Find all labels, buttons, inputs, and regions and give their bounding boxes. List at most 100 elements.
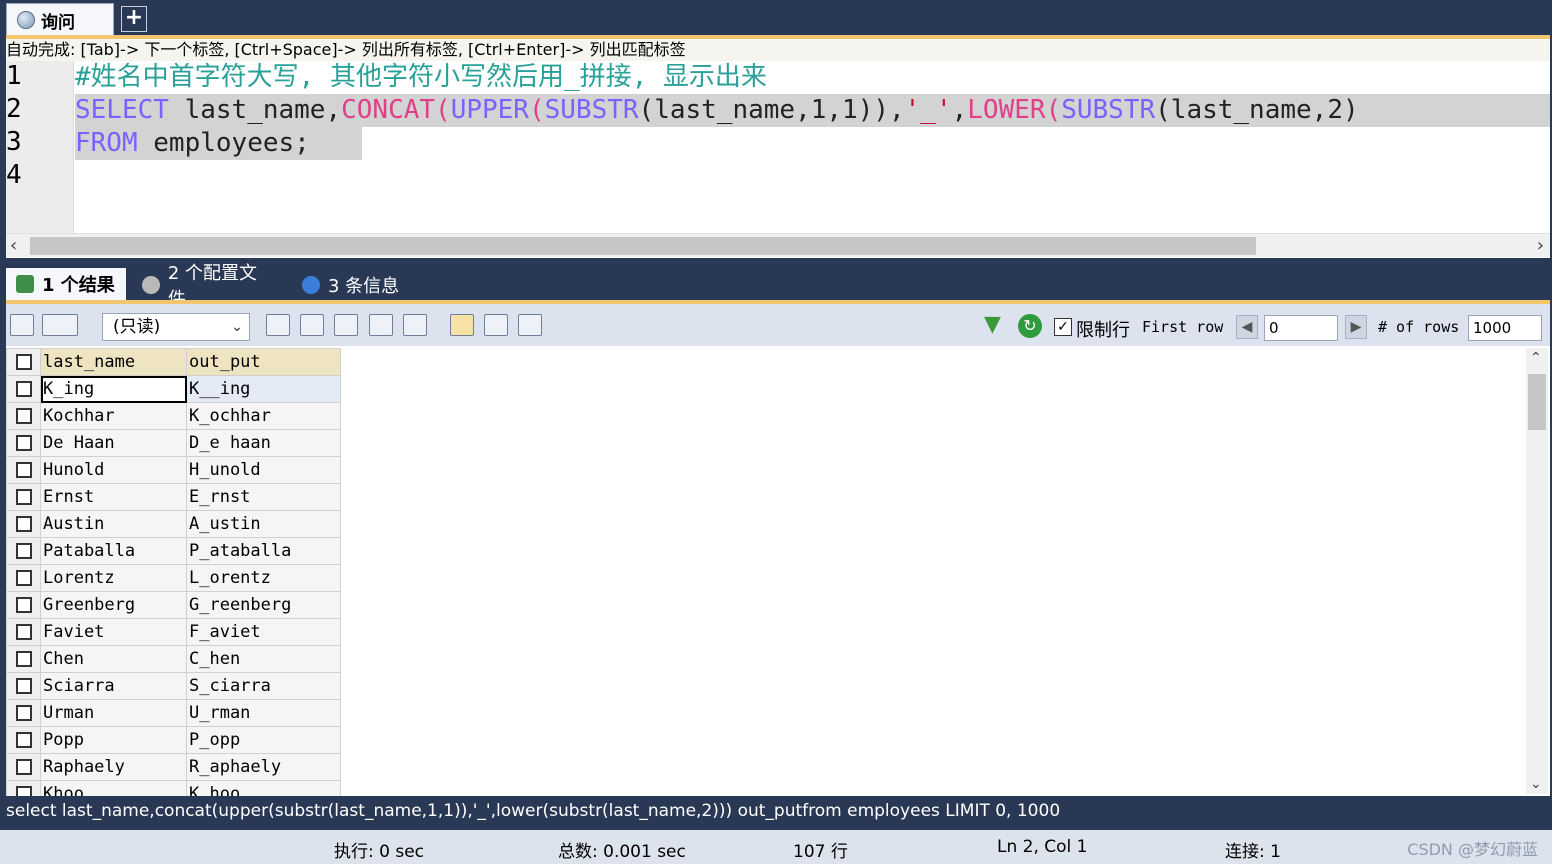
cell-out-put[interactable]: U_rman <box>186 699 341 727</box>
text-view-icon[interactable] <box>518 314 542 336</box>
cell-out-put[interactable]: K_ochhar <box>186 402 341 430</box>
refresh-icon[interactable]: ↻ <box>1018 314 1042 338</box>
cell-last-name[interactable]: De Haan <box>40 429 187 457</box>
add-tab-button[interactable]: + <box>121 6 147 32</box>
cell-last-name[interactable]: Faviet <box>40 618 187 646</box>
profile-icon <box>142 276 160 294</box>
cell-out-put[interactable]: H_unold <box>186 456 341 484</box>
first-row-input[interactable]: 0 <box>1264 315 1338 341</box>
cell-out-put[interactable]: P_opp <box>186 726 341 754</box>
tab-query[interactable]: 询问 <box>6 3 114 36</box>
cell-last-name[interactable]: Popp <box>40 726 187 754</box>
code-line-2[interactable]: SELECT last_name,CONCAT(UPPER(SUBSTR(las… <box>75 94 1550 127</box>
table-row[interactable]: Lorentz L_orentz <box>6 564 341 592</box>
row-checkbox[interactable] <box>6 753 41 781</box>
grid-vertical-scrollbar[interactable]: ⌃ ⌄ <box>1526 348 1548 794</box>
table-row[interactable]: Faviet F_aviet <box>6 618 341 646</box>
cell-out-put[interactable]: C_hen <box>186 645 341 673</box>
row-checkbox[interactable] <box>6 591 41 619</box>
next-page-button[interactable]: ▶ <box>1345 315 1367 339</box>
table-row[interactable]: Austin A_ustin <box>6 510 341 538</box>
row-checkbox[interactable] <box>6 483 41 511</box>
code-line-3[interactable]: FROM employees; <box>75 127 362 160</box>
cell-last-name[interactable]: Pataballa <box>40 537 187 565</box>
delete-icon[interactable] <box>369 314 393 336</box>
scroll-up-icon[interactable]: ⌃ <box>1530 350 1542 366</box>
total-time: 总数: 0.001 sec <box>558 842 686 862</box>
table-row[interactable]: Raphaely R_aphaely <box>6 753 341 781</box>
cell-last-name[interactable]: Hunold <box>40 456 187 484</box>
table-row[interactable]: Ernst E_rnst <box>6 483 341 511</box>
cell-last-name[interactable]: Sciarra <box>40 672 187 700</box>
discard-icon[interactable] <box>403 314 427 336</box>
row-checkbox[interactable] <box>6 699 41 727</box>
rows-count-input[interactable]: 1000 <box>1468 315 1542 341</box>
row-checkbox[interactable] <box>6 564 41 592</box>
save-icon[interactable] <box>334 314 358 336</box>
cell-out-put[interactable]: P_ataballa <box>186 537 341 565</box>
row-checkbox[interactable] <box>6 537 41 565</box>
cell-out-put[interactable]: K__ing <box>186 375 341 403</box>
scrollbar-thumb[interactable] <box>1528 374 1546 430</box>
cell-out-put[interactable]: E_rnst <box>186 483 341 511</box>
select-all-checkbox[interactable] <box>6 348 41 376</box>
cell-out-put[interactable]: D_e haan <box>186 429 341 457</box>
code-line-1[interactable]: #姓名中首字符大写, 其他字符小写然后用_拼接, 显示出来 <box>75 61 767 94</box>
cell-out-put[interactable]: S_ciarra <box>186 672 341 700</box>
grid-view-icon[interactable] <box>450 314 474 336</box>
cell-last-name[interactable]: Austin <box>40 510 187 538</box>
row-checkbox[interactable] <box>6 645 41 673</box>
table-row[interactable]: Greenberg G_reenberg <box>6 591 341 619</box>
cell-last-name[interactable]: Raphaely <box>40 753 187 781</box>
tab-query-label: 询问 <box>41 12 75 33</box>
cell-last-name[interactable]: Greenberg <box>40 591 187 619</box>
table-row[interactable]: K_ing K__ing <box>6 375 341 403</box>
cell-last-name[interactable]: K_ing <box>40 375 187 403</box>
table-row[interactable]: Urman U_rman <box>6 699 341 727</box>
row-checkbox[interactable] <box>6 402 41 430</box>
row-checkbox[interactable] <box>6 726 41 754</box>
scroll-left-icon[interactable]: ‹ <box>10 234 17 258</box>
row-checkbox[interactable] <box>6 618 41 646</box>
row-checkbox[interactable] <box>6 375 41 403</box>
cell-last-name[interactable]: Chen <box>40 645 187 673</box>
cell-out-put[interactable]: R_aphaely <box>186 753 341 781</box>
tab-results[interactable]: 1 个结果 <box>6 268 126 300</box>
table-row[interactable]: Kochhar K_ochhar <box>6 402 341 430</box>
cell-out-put[interactable]: G_reenberg <box>186 591 341 619</box>
row-checkbox[interactable] <box>6 429 41 457</box>
table-row[interactable]: Chen C_hen <box>6 645 341 673</box>
table-row[interactable]: De Haan D_e haan <box>6 429 341 457</box>
column-header-out-put[interactable]: out_put <box>186 348 341 376</box>
add-row-icon[interactable] <box>266 314 290 336</box>
row-checkbox[interactable] <box>6 672 41 700</box>
cell-last-name[interactable]: Ernst <box>40 483 187 511</box>
cell-out-put[interactable]: L_orentz <box>186 564 341 592</box>
table-row[interactable]: Hunold H_unold <box>6 456 341 484</box>
scroll-down-icon[interactable]: ⌄ <box>1530 776 1542 792</box>
form-view-icon[interactable] <box>484 314 508 336</box>
table-row[interactable]: Popp P_opp <box>6 726 341 754</box>
copy-row-icon[interactable] <box>300 314 324 336</box>
readonly-select[interactable]: (只读) ⌄ <box>102 313 250 341</box>
scroll-right-icon[interactable]: › <box>1537 234 1544 258</box>
cell-out-put[interactable]: A_ustin <box>186 510 341 538</box>
cell-last-name[interactable]: Urman <box>40 699 187 727</box>
import-dropdown-icon[interactable] <box>42 314 78 336</box>
limit-rows-checkbox[interactable]: ✓ <box>1054 318 1072 336</box>
cell-out-put[interactable]: F_aviet <box>186 618 341 646</box>
filter-icon[interactable]: ▼ <box>984 314 1008 336</box>
tab-messages[interactable]: 3 条信息 <box>292 270 410 300</box>
cell-last-name[interactable]: Lorentz <box>40 564 187 592</box>
table-row[interactable]: Sciarra S_ciarra <box>6 672 341 700</box>
prev-page-button[interactable]: ◀ <box>1236 315 1258 339</box>
cell-last-name[interactable]: Kochhar <box>40 402 187 430</box>
scrollbar-thumb[interactable] <box>30 237 1256 255</box>
row-checkbox[interactable] <box>6 456 41 484</box>
editor-horizontal-scrollbar[interactable]: ‹ › <box>6 233 1550 257</box>
tab-profiles[interactable]: 2 个配置文件 <box>132 263 284 310</box>
row-checkbox[interactable] <box>6 510 41 538</box>
column-header-last-name[interactable]: last_name <box>40 348 187 376</box>
table-row[interactable]: Pataballa P_ataballa <box>6 537 341 565</box>
export-grid-icon[interactable] <box>10 314 34 336</box>
